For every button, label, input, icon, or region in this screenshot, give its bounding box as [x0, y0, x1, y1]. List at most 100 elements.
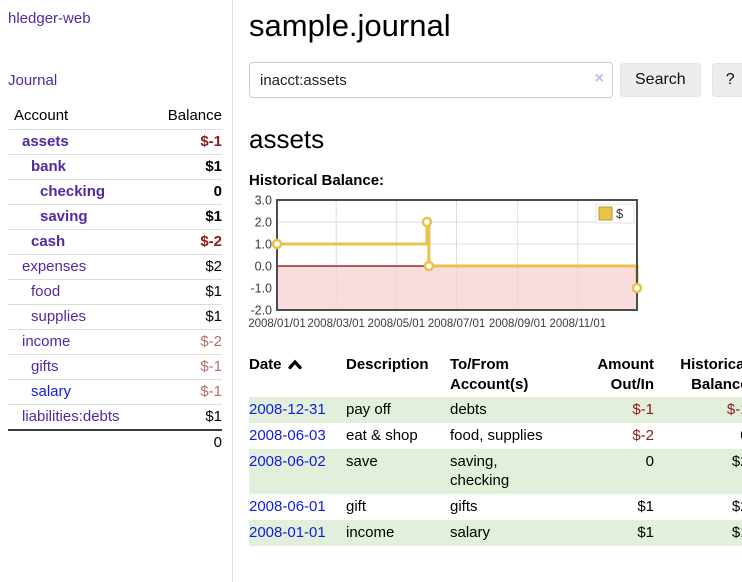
- register-col-header: To/FromAccount(s): [450, 353, 583, 397]
- chart-title: Historical Balance:: [249, 172, 742, 189]
- account-cell: saving: [8, 205, 152, 230]
- register-description-cell: pay off: [346, 397, 450, 423]
- transaction-date-link[interactable]: 2008-06-02: [249, 453, 326, 470]
- register-col-header-line: Date: [249, 355, 334, 375]
- register-accounts-cell: food, supplies: [450, 423, 583, 449]
- account-balance: $1: [152, 280, 222, 305]
- account-row: assets$-1: [8, 130, 222, 155]
- register-col-header-line: Amount: [583, 355, 654, 375]
- register-balance-cell: $2: [654, 449, 742, 494]
- register-date-cell: 2008-06-01: [249, 494, 346, 520]
- account-cell: food: [8, 280, 152, 305]
- account-cell: liabilities:debts: [8, 405, 152, 431]
- register-accounts-cell: salary: [450, 520, 583, 546]
- account-link[interactable]: bank: [31, 158, 66, 175]
- register-balance-cell: $2: [654, 494, 742, 520]
- register-amount-cell: $1: [583, 494, 654, 520]
- account-balance: $-2: [152, 330, 222, 355]
- register-row: 2008-12-31pay offdebts$-1$-1: [249, 397, 742, 423]
- register-col-header: AmountOut/In: [583, 353, 654, 397]
- page-title: sample.journal: [249, 6, 742, 46]
- chart-svg: $3.02.01.00.0-1.0-2.02008/01/012008/03/0…: [249, 194, 649, 344]
- account-cell: checking: [8, 180, 152, 205]
- legend-label: $: [616, 206, 624, 221]
- account-cell: expenses: [8, 255, 152, 280]
- help-button[interactable]: ?: [712, 63, 742, 97]
- register-row: 2008-06-03eat & shopfood, supplies$-20: [249, 423, 742, 449]
- search-input-wrap: ×: [249, 62, 613, 98]
- register-body: 2008-12-31pay offdebts$-1$-12008-06-03ea…: [249, 397, 742, 546]
- register-col-header[interactable]: Date: [249, 353, 346, 397]
- register-amount-cell: $-2: [583, 423, 654, 449]
- register-balance-cell: $1: [654, 520, 742, 546]
- account-row: supplies $1: [8, 305, 222, 330]
- accounts-header-balance: Balance: [152, 105, 222, 130]
- y-axis-tick-label: -2.0: [250, 304, 272, 318]
- account-balance: $2: [152, 255, 222, 280]
- account-link[interactable]: liabilities:debts: [22, 408, 120, 425]
- account-cell: assets: [8, 130, 152, 155]
- account-row: saving$1: [8, 205, 222, 230]
- account-row: checking0: [8, 180, 222, 205]
- account-balance: $-2: [152, 230, 222, 255]
- register-col-header-line: Historical: [654, 355, 742, 375]
- register-amount-cell: $1: [583, 520, 654, 546]
- register-date-cell: 2008-01-01: [249, 520, 346, 546]
- account-row: food $1: [8, 280, 222, 305]
- x-axis-tick-label: 2008/03/01: [307, 318, 365, 330]
- accounts-total-row: 0: [8, 430, 222, 455]
- search-button[interactable]: Search: [620, 63, 701, 97]
- register-col-header-line: Balance: [654, 375, 742, 395]
- register-description-cell: save: [346, 449, 450, 494]
- register-col-header-line: Out/In: [583, 375, 654, 395]
- account-link[interactable]: cash: [31, 233, 65, 250]
- data-point-marker: [633, 284, 641, 292]
- register-accounts-cell: debts: [450, 397, 583, 423]
- transaction-date-link[interactable]: 2008-06-03: [249, 427, 326, 444]
- main-content: sample.journal × Search ? assets Histori…: [233, 0, 742, 582]
- x-axis-tick-label: 2008/07/01: [428, 318, 486, 330]
- y-axis-tick-label: -1.0: [250, 282, 272, 296]
- sidebar-item-journal[interactable]: Journal: [8, 72, 222, 89]
- account-balance: $-1: [152, 355, 222, 380]
- account-balance: $1: [152, 305, 222, 330]
- data-point-marker: [273, 240, 281, 248]
- account-link[interactable]: income: [22, 333, 70, 350]
- account-row: gifts $-1: [8, 355, 222, 380]
- register-row: 2008-06-02savesaving, checking0$2: [249, 449, 742, 494]
- accounts-body: assets$-1bank$1checking0saving$1cash$-2e…: [8, 130, 222, 456]
- data-point-marker: [423, 218, 431, 226]
- account-link[interactable]: food: [31, 283, 60, 300]
- register-col-header: HistoricalBalance: [654, 353, 742, 397]
- clear-search-icon[interactable]: ×: [595, 70, 604, 88]
- x-axis-tick-label: 2008/01/01: [248, 318, 306, 330]
- account-link[interactable]: expenses: [22, 258, 86, 275]
- app-window: hledger-web Journal Account Balance asse…: [0, 0, 742, 582]
- register-col-header: Description: [346, 353, 450, 397]
- register-description-cell: income: [346, 520, 450, 546]
- transaction-date-link[interactable]: 2008-01-01: [249, 524, 326, 541]
- register-accounts-cell: gifts: [450, 494, 583, 520]
- account-cell: cash: [8, 230, 152, 255]
- accounts-total-value: 0: [152, 430, 222, 455]
- account-cell: income: [8, 330, 152, 355]
- account-heading: assets: [249, 122, 742, 156]
- account-link[interactable]: assets: [22, 133, 69, 150]
- account-link[interactable]: checking: [40, 183, 105, 200]
- account-balance: $-1: [152, 380, 222, 405]
- register-header-row: Date DescriptionTo/FromAccount(s)AmountOu…: [249, 353, 742, 397]
- account-link[interactable]: salary: [31, 383, 71, 400]
- transaction-date-link[interactable]: 2008-12-31: [249, 401, 326, 418]
- account-balance: $1: [152, 155, 222, 180]
- account-cell: bank: [8, 155, 152, 180]
- y-axis-tick-label: 0.0: [255, 260, 272, 274]
- account-link[interactable]: saving: [40, 208, 88, 225]
- account-link[interactable]: supplies: [31, 308, 86, 325]
- register-description-cell: gift: [346, 494, 450, 520]
- account-row: cash $-2: [8, 230, 222, 255]
- register-col-header-line: To/From: [450, 355, 571, 375]
- transaction-date-link[interactable]: 2008-06-01: [249, 498, 326, 515]
- app-brand-link[interactable]: hledger-web: [8, 10, 222, 27]
- search-input[interactable]: [249, 62, 613, 98]
- account-link[interactable]: gifts: [31, 358, 59, 375]
